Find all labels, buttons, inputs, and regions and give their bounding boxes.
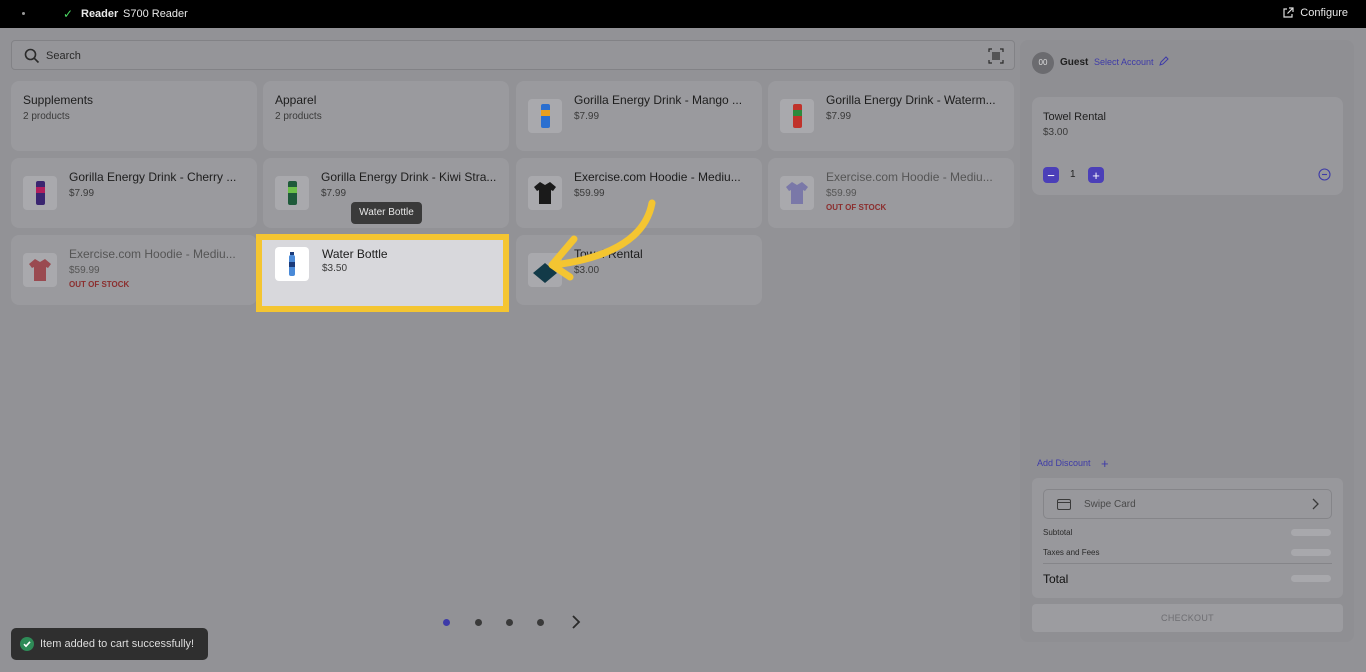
increase-quantity-button[interactable]: + <box>1088 167 1104 183</box>
page-dot-3[interactable] <box>506 619 513 626</box>
quantity-value: 1 <box>1070 169 1076 180</box>
hoodie-icon <box>29 259 51 281</box>
tile-name: Gorilla Energy Drink - Waterm... <box>826 93 996 107</box>
swipe-card-button[interactable]: Swipe Card <box>1043 489 1332 519</box>
toast-message: Item added to cart successfully! <box>40 638 195 650</box>
barcode-scan-icon[interactable] <box>988 48 1004 64</box>
product-thumbnail <box>23 176 57 210</box>
tile-price: $7.99 <box>321 188 347 199</box>
taxes-label: Taxes and Fees <box>1043 548 1100 557</box>
subtotal-label: Subtotal <box>1043 528 1073 537</box>
tile-price: $7.99 <box>826 111 852 122</box>
configure-button[interactable]: Configure <box>1282 7 1348 19</box>
check-icon: ✓ <box>63 7 74 21</box>
pencil-icon[interactable] <box>1159 56 1169 66</box>
can-icon <box>541 104 550 128</box>
toast-notification: Item added to cart successfully! <box>11 628 208 660</box>
swipe-card-label: Swipe Card <box>1084 499 1136 510</box>
product-thumbnail <box>528 99 562 133</box>
tile-name: Supplements <box>23 93 94 107</box>
product-tile-hoodie-purple[interactable]: Exercise.com Hoodie - Mediu... $59.99 OU… <box>768 158 1014 228</box>
credit-card-icon <box>1057 499 1071 510</box>
can-icon <box>288 181 297 205</box>
tile-price: $59.99 <box>69 265 100 276</box>
add-discount-label: Add Discount <box>1037 458 1091 468</box>
tile-price: $59.99 <box>826 188 857 199</box>
reader-model: S700 Reader <box>123 8 188 20</box>
tile-name: Exercise.com Hoodie - Mediu... <box>574 170 741 184</box>
plus-icon: + <box>1101 456 1109 471</box>
tile-name: Gorilla Energy Drink - Kiwi Stra... <box>321 170 497 184</box>
reader-label: Reader <box>81 8 119 20</box>
product-tile-energy-cherry[interactable]: Gorilla Energy Drink - Cherry ... $7.99 <box>11 158 257 228</box>
out-of-stock-badge: OUT OF STOCK <box>826 203 887 212</box>
tile-name: Exercise.com Hoodie - Mediu... <box>826 170 993 184</box>
search-bar <box>11 40 1015 70</box>
product-tile-hoodie-red[interactable]: Exercise.com Hoodie - Mediu... $59.99 OU… <box>11 235 257 305</box>
category-tile-supplements[interactable]: Supplements 2 products <box>11 81 257 151</box>
can-icon <box>793 104 802 128</box>
page-dot-1[interactable] <box>443 619 450 626</box>
add-discount-button[interactable]: Add Discount + <box>1037 456 1109 471</box>
decrease-quantity-button[interactable]: − <box>1043 167 1059 183</box>
external-link-icon <box>1283 7 1294 18</box>
category-tile-apparel[interactable]: Apparel 2 products <box>263 81 509 151</box>
product-tile-energy-mango[interactable]: Gorilla Energy Drink - Mango ... $7.99 <box>516 81 762 151</box>
page-dot-4[interactable] <box>537 619 544 626</box>
tile-name: Exercise.com Hoodie - Mediu... <box>69 247 236 261</box>
total-label: Total <box>1043 572 1069 586</box>
cart-panel: 00 Guest Select Account Towel Rental $3.… <box>1020 40 1354 642</box>
page-dot-2[interactable] <box>475 619 482 626</box>
customer-name: Guest <box>1060 57 1089 68</box>
chevron-right-icon[interactable] <box>570 614 582 630</box>
configure-label: Configure <box>1300 7 1348 19</box>
cart-item-price: $3.00 <box>1043 127 1069 138</box>
search-input[interactable] <box>46 46 946 66</box>
taxes-placeholder <box>1291 549 1331 556</box>
tile-count: 2 products <box>23 111 70 122</box>
tile-name: Apparel <box>275 93 317 107</box>
chevron-right-icon <box>1312 498 1319 510</box>
hoodie-icon <box>786 182 808 204</box>
divider <box>1043 563 1332 564</box>
search-icon <box>24 48 40 64</box>
product-thumbnail <box>780 176 814 210</box>
select-account-link[interactable]: Select Account <box>1094 57 1154 67</box>
avatar: 00 <box>1032 52 1054 74</box>
can-icon <box>36 181 45 205</box>
back-dot-icon[interactable] <box>22 12 25 15</box>
total-placeholder <box>1291 575 1331 582</box>
checkout-button[interactable]: CHECKOUT <box>1032 604 1343 632</box>
out-of-stock-badge: OUT OF STOCK <box>69 280 130 289</box>
tile-price: $7.99 <box>69 188 95 199</box>
cart-item: Towel Rental $3.00 − 1 + <box>1032 97 1343 195</box>
tile-count: 2 products <box>275 111 322 122</box>
top-bar: ✓ Reader S700 Reader Configure <box>0 0 1366 28</box>
product-tile-energy-watermelon[interactable]: Gorilla Energy Drink - Waterm... $7.99 <box>768 81 1014 151</box>
cart-item-name: Towel Rental <box>1043 111 1106 123</box>
highlight-frame <box>256 234 509 312</box>
payment-summary: Swipe Card Subtotal Taxes and Fees Total <box>1032 478 1343 598</box>
remove-item-icon[interactable] <box>1318 168 1331 181</box>
pointer-arrow-icon <box>548 199 656 281</box>
tile-name: Gorilla Energy Drink - Cherry ... <box>69 170 237 184</box>
success-icon <box>20 637 34 651</box>
product-thumbnail <box>780 99 814 133</box>
product-thumbnail <box>23 253 57 287</box>
tile-price: $7.99 <box>574 111 600 122</box>
tile-name: Gorilla Energy Drink - Mango ... <box>574 93 743 107</box>
subtotal-placeholder <box>1291 529 1331 536</box>
tooltip: Water Bottle <box>351 202 422 224</box>
product-thumbnail <box>275 176 309 210</box>
